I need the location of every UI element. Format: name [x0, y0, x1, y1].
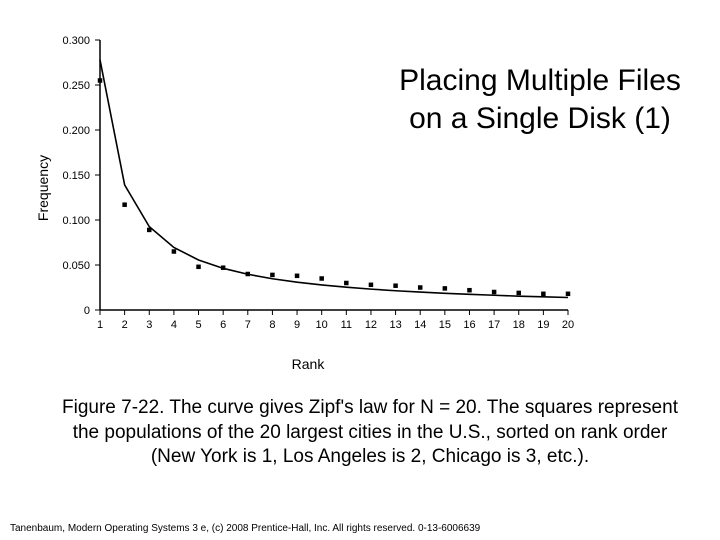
- slide-title: Placing Multiple Files on a Single Disk …: [380, 62, 700, 137]
- svg-text:17: 17: [488, 319, 500, 331]
- svg-text:0.300: 0.300: [62, 35, 90, 47]
- svg-text:0.250: 0.250: [62, 80, 90, 92]
- svg-text:14: 14: [414, 319, 426, 331]
- svg-text:7: 7: [245, 319, 251, 331]
- svg-text:8: 8: [269, 319, 275, 331]
- svg-text:18: 18: [513, 319, 525, 331]
- svg-text:11: 11: [341, 319, 352, 331]
- svg-text:2: 2: [122, 319, 128, 331]
- svg-text:0: 0: [84, 305, 90, 317]
- svg-text:16: 16: [463, 319, 475, 331]
- svg-text:9: 9: [294, 319, 300, 331]
- svg-text:13: 13: [389, 319, 401, 331]
- svg-text:1: 1: [97, 319, 103, 331]
- svg-text:15: 15: [439, 319, 451, 331]
- svg-text:12: 12: [365, 319, 377, 331]
- svg-text:0.150: 0.150: [62, 170, 90, 182]
- svg-text:4: 4: [171, 319, 177, 331]
- figure-caption: Figure 7-22. The curve gives Zipf's law …: [50, 396, 690, 470]
- svg-text:0.200: 0.200: [62, 125, 90, 137]
- svg-text:6: 6: [220, 319, 226, 331]
- svg-text:0.050: 0.050: [62, 260, 90, 272]
- copyright-footer: Tanenbaum, Modern Operating Systems 3 e,…: [10, 523, 710, 534]
- svg-text:19: 19: [537, 319, 549, 331]
- svg-text:5: 5: [195, 319, 201, 331]
- svg-text:3: 3: [146, 319, 152, 331]
- svg-text:10: 10: [316, 319, 328, 331]
- svg-text:20: 20: [562, 319, 574, 331]
- x-axis-label: Rank: [28, 356, 588, 372]
- svg-text:0.100: 0.100: [62, 215, 90, 227]
